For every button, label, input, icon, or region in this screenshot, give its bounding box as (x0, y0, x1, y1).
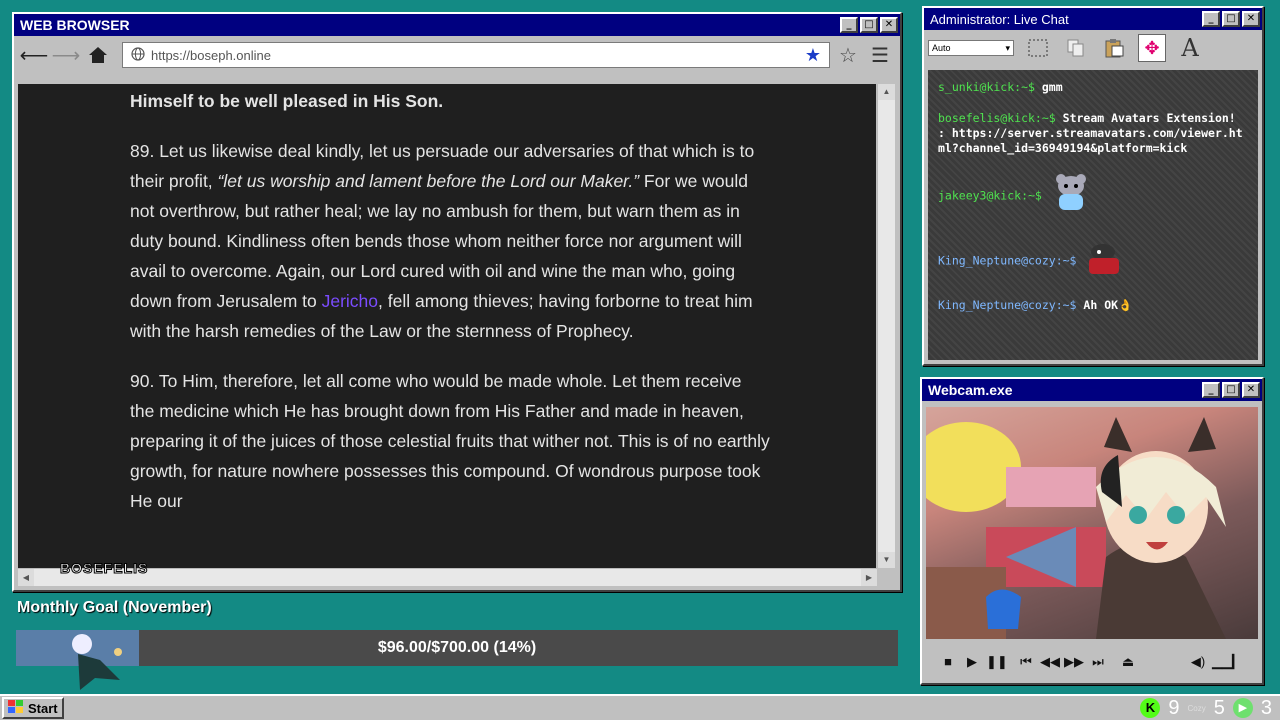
minimize-button[interactable]: _ (1202, 11, 1220, 27)
font-icon[interactable]: A (1176, 34, 1204, 62)
pause-icon[interactable]: ❚❚ (986, 652, 1008, 672)
chat-text: Ah OK👌 (1083, 298, 1133, 312)
cozy-count: 5 (1213, 696, 1225, 719)
maximize-button[interactable]: □ (860, 17, 878, 33)
chat-username[interactable]: King_Neptune@cozy:~$ (938, 254, 1076, 268)
chat-title: Administrator: Live Chat (930, 11, 1069, 27)
windows-logo-icon (8, 699, 24, 717)
select-value: Auto (932, 43, 951, 53)
close-button[interactable]: ✕ (1242, 382, 1260, 398)
skip-forward-icon[interactable]: ⏭ (1088, 652, 1108, 672)
webcam-window: Webcam.exe _ □ ✕ ■ ▶ ❚❚ ⏮ ◀◀ ▶▶ ⏭ ⏏ ◀) ▁… (920, 377, 1264, 685)
minimize-button[interactable]: _ (1202, 382, 1220, 398)
eject-icon[interactable]: ⏏ (1118, 652, 1138, 672)
play-icon[interactable]: ▶ (962, 652, 982, 672)
chat-message: s_unki@kick:~$ gmm (938, 80, 1248, 95)
scroll-left-icon[interactable]: ◀ (18, 569, 34, 586)
font-size-select[interactable]: Auto ▾ (928, 40, 1014, 56)
paste-icon[interactable] (1100, 34, 1128, 62)
stop-icon[interactable]: ■ (938, 652, 958, 672)
chat-toolbar: Auto ▾ ✥ A (924, 30, 1262, 66)
system-tray: K 9 Cozy 5 ▶ 3 (1140, 696, 1272, 720)
chat-message: King_Neptune@cozy:~$ Ah OK👌 (938, 298, 1248, 313)
webcam-titlebar[interactable]: Webcam.exe _ □ ✕ (922, 379, 1262, 401)
chat-message: King_Neptune@cozy:~$ (938, 242, 1248, 282)
p89-quote: “let us worship and lament before the Lo… (217, 171, 640, 191)
close-button[interactable]: ✕ (880, 17, 898, 33)
jericho-link[interactable]: Jericho (322, 291, 378, 311)
goal-text: $96.00/$700.00 (14%) (377, 639, 537, 656)
taskbar: Start K 9 Cozy 5 ▶ 3 (0, 694, 1280, 720)
chat-username[interactable]: jakeey3@kick:~$ (938, 189, 1042, 203)
browser-navbar: ⟵ ⟶ https://boseph.online ★ ☆ ☰ (14, 36, 900, 74)
chat-message: bosefelis@kick:~$ Stream Avatars Extensi… (938, 111, 1248, 156)
avatar-sprite-icon (1049, 172, 1093, 220)
page-heading: Himself to be well pleased in His Son. (130, 91, 444, 111)
play-count: 3 (1260, 696, 1272, 719)
chat-username[interactable]: bosefelis@kick:~$ (938, 111, 1056, 125)
goal-progress-bar: $96.00/$700.00 (14%) (16, 630, 898, 690)
bookmark-star-icon[interactable]: ★ (805, 45, 821, 66)
chat-username[interactable]: s_unki@kick:~$ (938, 80, 1035, 94)
goal-label: Monthly Goal (November) (17, 599, 212, 616)
play-circle-icon[interactable]: ▶ (1232, 698, 1253, 718)
chat-message: jakeey3@kick:~$ (938, 172, 1248, 226)
globe-icon (131, 46, 145, 64)
minimize-button[interactable]: _ (840, 17, 858, 33)
home-icon[interactable] (84, 41, 112, 69)
page-content: Himself to be well pleased in His Son. 8… (18, 84, 876, 568)
move-icon[interactable]: ✥ (1138, 34, 1166, 62)
cozy-icon[interactable]: Cozy (1188, 704, 1206, 713)
scroll-up-icon[interactable]: ▲ (878, 84, 895, 100)
webcam-title: Webcam.exe (928, 382, 1013, 398)
chat-text: gmm (1041, 80, 1063, 94)
scroll-right-icon[interactable]: ▶ (861, 569, 877, 586)
paragraph-90: 90. To Him, therefore, let all come who … (130, 371, 770, 511)
volume-slider[interactable]: ▁▁▎ (1212, 652, 1242, 672)
p89-text-b: For we would not overthrow, but rather h… (130, 171, 748, 311)
chat-titlebar[interactable]: Administrator: Live Chat _ □ ✕ (924, 8, 1262, 30)
scroll-down-icon[interactable]: ▼ (878, 552, 895, 568)
chat-log: s_unki@kick:~$ gmm bosefelis@kick:~$ Str… (928, 70, 1258, 360)
maximize-button[interactable]: □ (1222, 382, 1240, 398)
browser-titlebar[interactable]: WEB BROWSER _ □ ✕ (14, 14, 900, 36)
streamer-watermark: BOSEFELIS (59, 560, 149, 577)
fast-forward-icon[interactable]: ▶▶ (1064, 652, 1084, 672)
copy-icon[interactable] (1062, 34, 1090, 62)
kick-count: 9 (1168, 696, 1180, 719)
chevron-down-icon: ▾ (1005, 42, 1010, 53)
close-button[interactable]: ✕ (1242, 11, 1260, 27)
start-label: Start (28, 700, 58, 716)
address-bar[interactable]: https://boseph.online ★ (122, 42, 830, 68)
maximize-button[interactable]: □ (1222, 11, 1240, 27)
back-arrow-icon[interactable]: ⟵ (20, 41, 49, 69)
paragraph-89: 89. Let us likewise deal kindly, let us … (130, 136, 770, 346)
volume-icon[interactable]: ◀) (1188, 652, 1208, 672)
rewind-icon[interactable]: ◀◀ (1040, 652, 1060, 672)
chat-username[interactable]: King_Neptune@cozy:~$ (938, 298, 1076, 312)
kick-icon[interactable]: K (1140, 698, 1161, 718)
vertical-scrollbar[interactable]: ▲ ▼ (877, 84, 895, 568)
url-text: https://boseph.online (151, 47, 271, 63)
favorites-star-icon[interactable]: ☆ (834, 41, 862, 69)
select-rect-icon[interactable] (1024, 34, 1052, 62)
chat-window: Administrator: Live Chat _ □ ✕ Auto ▾ ✥ A… (922, 6, 1264, 366)
menu-icon[interactable]: ☰ (866, 41, 894, 69)
avatar-sprite-icon (1083, 242, 1125, 280)
forward-arrow-icon[interactable]: ⟶ (52, 41, 81, 69)
skip-back-icon[interactable]: ⏮ (1016, 652, 1036, 672)
webcam-feed (926, 407, 1258, 639)
browser-title: WEB BROWSER (20, 17, 130, 33)
start-button[interactable]: Start (2, 697, 64, 719)
media-controls: ■ ▶ ❚❚ ⏮ ◀◀ ▶▶ ⏭ ⏏ ◀) ▁▁▎ (926, 645, 1258, 679)
